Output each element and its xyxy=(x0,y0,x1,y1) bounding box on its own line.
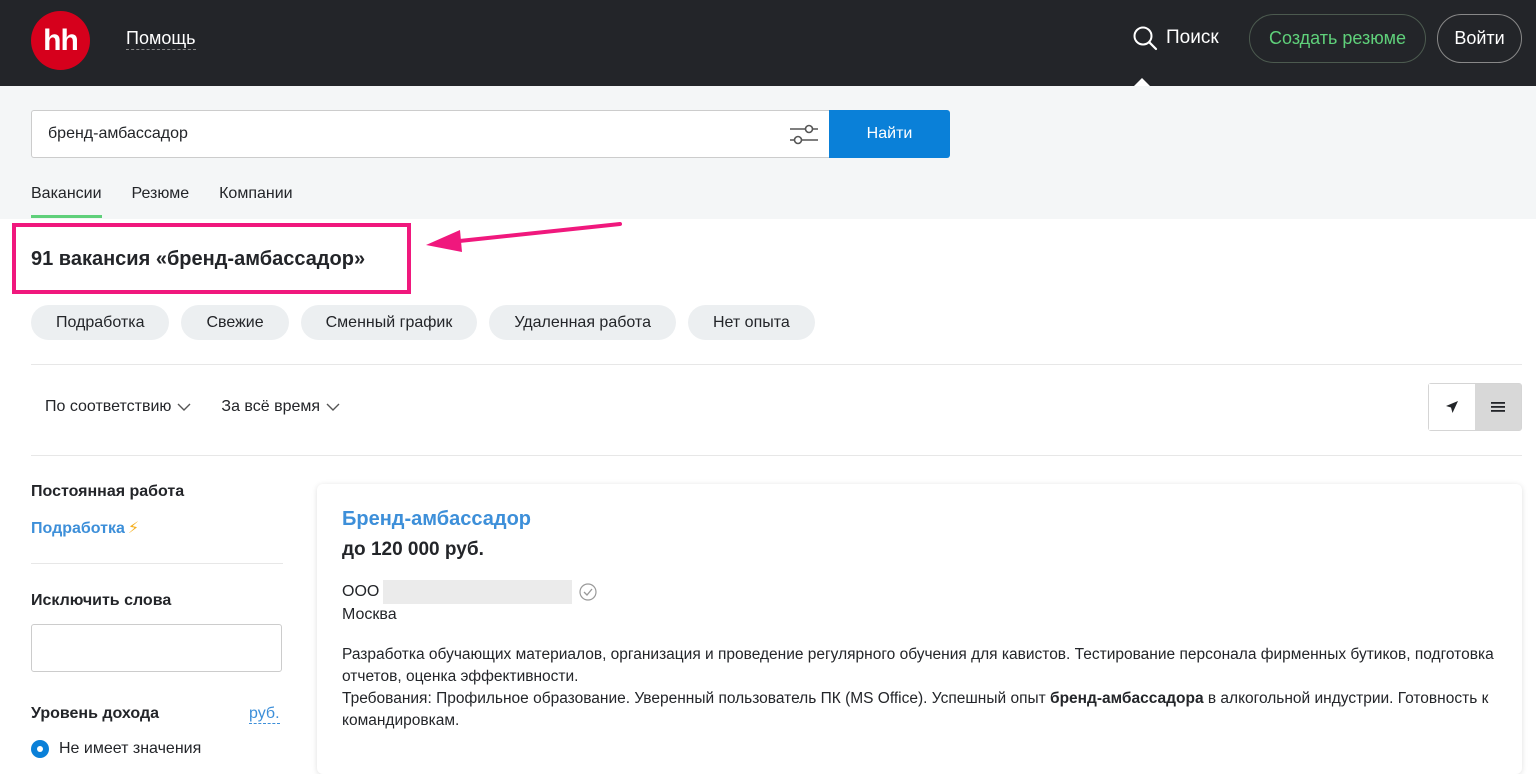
header-search-label: Поиск xyxy=(1166,27,1219,48)
highlighted-keyword: бренд-амбассадора xyxy=(1050,690,1204,707)
tab-companies[interactable]: Компании xyxy=(219,184,293,218)
income-option-label: Не имеет значения xyxy=(59,740,202,757)
chevron-down-icon xyxy=(177,403,191,411)
sort-period-dropdown[interactable]: За всё время xyxy=(221,398,340,416)
vacancy-company[interactable]: ООО xyxy=(342,580,597,604)
search-input[interactable] xyxy=(32,111,762,157)
list-view-button[interactable] xyxy=(1475,384,1521,430)
radio-selected[interactable] xyxy=(31,740,49,758)
header-search-button[interactable]: Поиск xyxy=(1132,24,1219,52)
map-view-button[interactable] xyxy=(1429,384,1475,430)
vacancy-title-link[interactable]: Бренд-амбассадор xyxy=(342,508,531,531)
income-level-title: Уровень дохода xyxy=(31,705,160,722)
search-tabs: Вакансии Резюме Компании xyxy=(31,184,323,218)
chip-shift-schedule[interactable]: Сменный график xyxy=(300,305,478,340)
currency-selector[interactable]: руб. xyxy=(249,705,280,724)
vacancy-salary: до 120 000 руб. xyxy=(342,539,484,560)
exclude-words-input[interactable] xyxy=(31,624,282,672)
login-button[interactable]: Войти xyxy=(1437,14,1522,63)
sort-period-label: За всё время xyxy=(221,398,321,415)
sort-row: По соответствию За всё время xyxy=(45,398,370,416)
search-icon xyxy=(1133,26,1158,51)
vacancy-city: Москва xyxy=(342,606,397,623)
part-time-filter-link[interactable]: Подработка ⚡ xyxy=(31,518,139,538)
top-header: hh Помощь Поиск Создать резюме Войти xyxy=(0,0,1536,87)
view-switch xyxy=(1428,383,1522,431)
tab-resumes[interactable]: Резюме xyxy=(132,184,190,218)
company-prefix: ООО xyxy=(342,583,380,600)
lightning-icon: ⚡ xyxy=(127,520,140,537)
verified-check-icon xyxy=(579,583,597,601)
quick-filter-chips: Подработка Свежие Сменный график Удаленн… xyxy=(31,305,827,340)
exclude-words-title: Исключить слова xyxy=(31,592,172,609)
help-link[interactable]: Помощь xyxy=(126,27,196,50)
chip-fresh[interactable]: Свежие xyxy=(181,305,289,340)
advanced-filter-icon[interactable] xyxy=(790,124,818,146)
chevron-down-icon xyxy=(326,403,340,411)
chip-no-experience[interactable]: Нет опыта xyxy=(687,305,815,340)
company-name-redacted xyxy=(383,580,573,604)
part-time-filter-label: Подработка xyxy=(31,520,125,537)
tab-vacancies[interactable]: Вакансии xyxy=(31,184,102,218)
create-resume-button[interactable]: Создать резюме xyxy=(1249,14,1426,63)
find-button[interactable]: Найти xyxy=(829,110,950,158)
hh-logo[interactable]: hh xyxy=(31,11,90,70)
divider xyxy=(31,563,283,564)
sort-relevance-label: По соответствию xyxy=(45,398,172,415)
divider xyxy=(31,364,1522,365)
highlight-arrow-icon xyxy=(426,222,622,252)
sort-relevance-dropdown[interactable]: По соответствию xyxy=(45,398,191,416)
chip-remote[interactable]: Удаленная работа xyxy=(489,305,676,340)
divider xyxy=(31,455,1522,456)
search-box xyxy=(31,110,829,158)
vacancy-requirements: Требования: Профильное образование. Увер… xyxy=(342,690,1489,729)
vacancy-responsibilities: Разработка обучающих материалов, организ… xyxy=(342,646,1494,685)
list-icon xyxy=(1491,402,1505,412)
vacancy-description: Разработка обучающих материалов, организ… xyxy=(342,644,1507,732)
results-title: 91 вакансия «бренд-амбассадор» xyxy=(31,248,366,270)
chip-part-time[interactable]: Подработка xyxy=(31,305,170,340)
location-arrow-icon xyxy=(1446,401,1458,413)
employment-filter-title: Постоянная работа xyxy=(31,483,185,500)
income-option-any[interactable]: Не имеет значения xyxy=(31,740,201,758)
